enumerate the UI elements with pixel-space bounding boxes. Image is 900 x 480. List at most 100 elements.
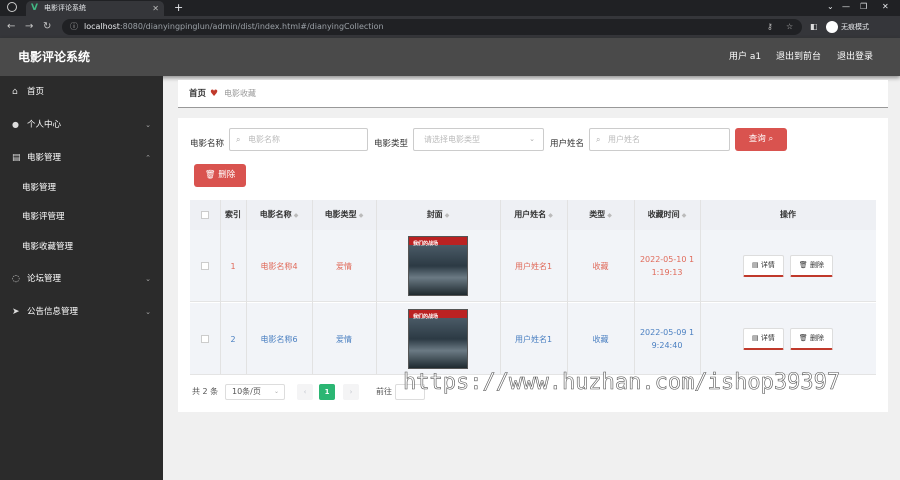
select-all-checkbox[interactable] <box>201 211 209 219</box>
home-icon: ⌂ <box>12 87 18 97</box>
incognito-profile[interactable]: 无痕模式 <box>826 19 869 35</box>
site-info-icon[interactable]: ⓘ <box>70 19 78 35</box>
col-ops: 操作 <box>780 210 796 219</box>
maximize-button[interactable]: ❐ <box>860 0 867 14</box>
url-path: :8080/dianyingpinglun/admin/dist/index.h… <box>119 22 384 31</box>
column-divider <box>500 200 501 374</box>
tab-search-icon[interactable]: ⌄ <box>827 0 834 14</box>
sidebar: ⌂ 首页 ● 个人中心 ⌄ ▤ 电影管理 ⌃ 电影管理 电影评管理 电影收藏管理… <box>0 76 163 480</box>
new-tab-button[interactable]: + <box>174 0 183 16</box>
logout-link[interactable]: 退出登录 <box>837 38 873 76</box>
user-icon: ● <box>12 120 19 129</box>
row-select-cell <box>190 230 220 302</box>
row-ops: ▤ 详情 🗑 删除 <box>700 303 876 375</box>
row-movie-name: 电影名称6 <box>260 334 298 344</box>
batch-delete-button[interactable]: 🗑 删除 <box>194 164 246 187</box>
query-button[interactable]: 查询 ⌕ <box>735 128 787 151</box>
trash-icon: 🗑 <box>798 261 808 269</box>
pager-total: 共 2 条 <box>192 387 219 396</box>
table-row: 2 电影名称6 爱情 我们的战场 用户姓名1 收藏 2022-05-09 1 9:… <box>190 303 876 375</box>
movie-name-input[interactable]: ⌕ 电影名称 <box>229 128 368 151</box>
column-divider <box>376 200 377 374</box>
vue-logo-icon: V <box>31 3 38 13</box>
incognito-icon <box>826 21 838 33</box>
user-name-placeholder: 用户姓名 <box>608 135 640 144</box>
row-user-name: 用户姓名1 <box>514 334 553 344</box>
sidebar-subitem-collection[interactable]: 电影收藏管理 <box>0 232 163 262</box>
watermark: https://www.huzhan.com/ishop39397 <box>403 370 841 396</box>
sidebar-item-movie-admin[interactable]: ▤ 电影管理 ⌃ <box>0 143 163 173</box>
bookmark-star-icon[interactable]: ☆ <box>786 19 793 35</box>
col-time[interactable]: 收藏时间 ◆ <box>634 200 700 230</box>
col-kind[interactable]: 类型 ◆ <box>567 200 634 230</box>
chevron-down-icon: ⌄ <box>273 388 279 395</box>
row-delete-button[interactable]: 🗑 删除 <box>789 328 833 350</box>
row-ops: ▤ 详情 🗑 删除 <box>700 230 876 302</box>
col-name[interactable]: 电影名称 ◆ <box>246 200 312 230</box>
url-field[interactable]: ⓘ localhost:8080/dianyingpinglun/admin/d… <box>62 19 802 35</box>
sidebar-item-label: 电影管理 <box>22 183 57 193</box>
sidebar-item-label: 电影评管理 <box>22 212 65 222</box>
column-divider <box>567 200 568 374</box>
page-1-button[interactable]: 1 <box>319 384 335 400</box>
extension-icon[interactable]: ◧ <box>810 19 818 35</box>
close-window-button[interactable]: ✕ <box>882 0 889 14</box>
row-index: 1 <box>230 261 236 271</box>
next-page-button[interactable]: › <box>343 384 359 400</box>
row-delete-button[interactable]: 🗑 删除 <box>789 255 833 277</box>
col-index: 索引 <box>225 210 241 219</box>
row-kind: 收藏 <box>592 334 609 344</box>
heart-icon: ♥ <box>210 89 219 99</box>
forward-icon[interactable]: → <box>25 19 33 35</box>
row-checkbox[interactable] <box>201 262 209 270</box>
trash-icon: 🗑 <box>204 170 216 180</box>
col-type[interactable]: 电影类型 ◆ <box>312 200 376 230</box>
movie-poster[interactable]: 我们的战场 <box>408 309 468 369</box>
grid-icon: ▤ <box>12 153 21 163</box>
sidebar-item-forum[interactable]: ◌ 论坛管理 ⌄ <box>0 264 163 294</box>
search-icon: ⌕ <box>236 135 241 144</box>
sidebar-item-home[interactable]: ⌂ 首页 <box>0 77 163 107</box>
breadcrumb-home[interactable]: 首页 <box>189 80 206 108</box>
user-name-input[interactable]: ⌕ 用户姓名 <box>589 128 730 151</box>
detail-button[interactable]: ▤ 详情 <box>743 328 784 350</box>
back-to-front-link[interactable]: 退出到前台 <box>776 38 821 76</box>
browser-tab[interactable]: V 电影评论系统 ✕ <box>26 1 164 16</box>
movie-type-label: 电影类型 <box>374 139 409 149</box>
detail-button[interactable]: ▤ 详情 <box>743 255 784 277</box>
forum-icon: ◌ <box>12 274 20 284</box>
app-brand: 电影评论系统 <box>18 50 91 64</box>
movie-poster[interactable]: 我们的战场 <box>408 236 468 296</box>
page-size-select[interactable]: 10条/页 ⌄ <box>225 384 285 400</box>
sidebar-item-label: 论坛管理 <box>27 274 62 284</box>
movie-type-select[interactable]: 请选择电影类型 ⌄ <box>413 128 544 151</box>
column-divider <box>246 200 247 374</box>
table-header: 索引 电影名称 ◆ 电影类型 ◆ 封面 ◆ 用户姓名 ◆ 类型 ◆ 收藏时间 ◆ 操作 <box>190 200 876 230</box>
prev-page-button[interactable]: ‹ <box>297 384 313 400</box>
poster-title: 我们的战场 <box>413 314 439 320</box>
sidebar-item-notice[interactable]: ➤ 公告信息管理 ⌄ <box>0 297 163 327</box>
movie-name-placeholder: 电影名称 <box>248 135 280 144</box>
reload-icon[interactable]: ↻ <box>43 19 51 35</box>
row-select-cell <box>190 303 220 375</box>
col-user[interactable]: 用户姓名 ◆ <box>500 200 567 230</box>
table-row: 1 电影名称4 爱情 我们的战场 用户姓名1 收藏 2022-05-10 1 1:… <box>190 230 876 302</box>
sidebar-subitem-movie[interactable]: 电影管理 <box>0 173 163 203</box>
sidebar-item-label: 电影收藏管理 <box>22 242 74 252</box>
col-cover[interactable]: 封面 ◆ <box>376 200 500 230</box>
detail-icon: ▤ <box>752 261 759 269</box>
query-label: 查询 <box>748 134 766 144</box>
key-icon[interactable]: ⚷ <box>767 19 773 35</box>
row-checkbox[interactable] <box>201 335 209 343</box>
sidebar-subitem-review[interactable]: 电影评管理 <box>0 202 163 232</box>
breadcrumb-current: 电影收藏 <box>224 89 256 98</box>
column-divider <box>634 200 635 374</box>
row-time: 2022-05-09 1 9:24:40 <box>639 328 695 350</box>
tab-close-icon[interactable]: ✕ <box>152 1 159 16</box>
column-divider <box>700 200 701 374</box>
back-icon[interactable]: ← <box>7 19 15 35</box>
select-all-cell <box>190 200 220 230</box>
sidebar-item-profile[interactable]: ● 个人中心 ⌄ <box>0 110 163 140</box>
row-kind: 收藏 <box>592 261 609 271</box>
minimize-button[interactable]: — <box>842 0 850 14</box>
